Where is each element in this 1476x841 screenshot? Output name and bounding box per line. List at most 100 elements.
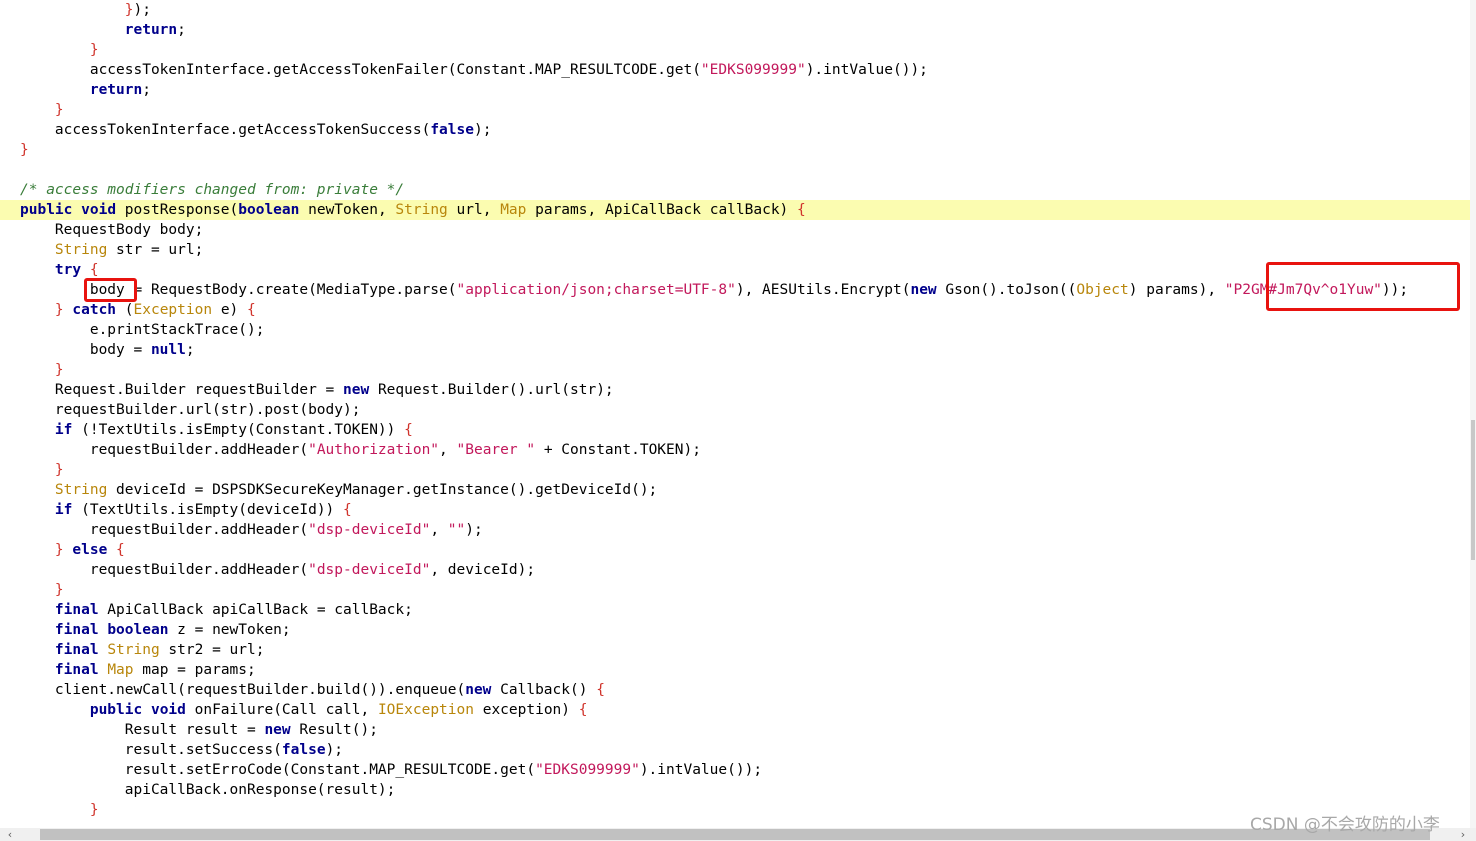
code-token: }: [54, 362, 64, 378]
code-token: "": [447, 522, 466, 538]
code-line: if (TextUtils.isEmpty(deviceId)) {: [0, 500, 1470, 520]
code-token: new: [465, 682, 492, 698]
code-token: ).intValue());: [805, 62, 928, 78]
code-token: boolean: [238, 202, 300, 218]
code-token: Map: [500, 202, 527, 218]
code-line: }: [0, 100, 1470, 120]
code-token: }: [20, 142, 29, 158]
code-token: RequestBody body;: [20, 222, 204, 238]
code-token: "EDKS099999": [700, 62, 806, 78]
code-token: body =: [20, 342, 151, 358]
code-token: e.printStackTrace();: [20, 322, 265, 338]
code-token: return: [124, 22, 178, 38]
code-token: String: [54, 242, 108, 258]
highlight-box-aes-key: [1266, 262, 1460, 311]
code-token: false: [281, 742, 326, 758]
horizontal-scroll-thumb[interactable]: [40, 829, 1430, 840]
code-line: Request.Builder requestBuilder = new Req…: [0, 380, 1470, 400]
code-token: }: [54, 302, 64, 318]
code-token: ;: [142, 82, 151, 98]
code-token: String: [54, 482, 108, 498]
code-token: public: [89, 702, 143, 718]
code-token: final: [54, 622, 99, 638]
code-token: return: [89, 82, 143, 98]
code-line: requestBuilder.addHeader("dsp-deviceId",…: [0, 560, 1470, 580]
code-token: }: [89, 42, 99, 58]
code-token: {: [797, 202, 806, 218]
code-line: final String str2 = url;: [0, 640, 1470, 660]
code-token: );: [325, 742, 344, 758]
code-token: Callback(): [491, 682, 597, 698]
code-token: requestBuilder.addHeader(: [20, 442, 309, 458]
code-line: try {: [0, 260, 1470, 280]
code-line: }: [0, 40, 1470, 60]
code-line: apiCallBack.onResponse(result);: [0, 780, 1470, 800]
code-token: result.setErroCode(Constant.MAP_RESULTCO…: [20, 762, 536, 778]
code-token: }: [89, 802, 99, 818]
code-line: }: [0, 580, 1470, 600]
code-token: "Authorization": [308, 442, 440, 458]
vertical-scroll-thumb[interactable]: [1471, 420, 1475, 560]
code-token: else: [72, 542, 108, 558]
code-token: {: [116, 542, 125, 558]
code-token: boolean: [107, 622, 169, 638]
code-token: params, ApiCallBack callBack): [526, 202, 798, 218]
scroll-left-arrow-icon[interactable]: ‹: [2, 828, 18, 841]
code-token: final: [54, 662, 99, 678]
code-token: postResponse(: [116, 202, 239, 218]
code-token: if: [54, 502, 73, 518]
code-token: Map: [107, 662, 134, 678]
code-line: Result result = new Result();: [0, 720, 1470, 740]
code-token: "Bearer ": [456, 442, 536, 458]
code-token: }: [54, 102, 64, 118]
code-line: accessTokenInterface.getAccessTokenSucce…: [0, 120, 1470, 140]
code-token: void: [150, 702, 186, 718]
code-token: new: [264, 722, 291, 738]
code-line: String str = url;: [0, 240, 1470, 260]
code-token: "dsp-deviceId": [308, 562, 431, 578]
code-token: deviceId = DSPSDKSecureKeyManager.getIns…: [107, 482, 658, 498]
code-line: }: [0, 360, 1470, 380]
code-line: }: [0, 140, 1470, 160]
vertical-scrollbar[interactable]: [1470, 0, 1476, 828]
code-token: {: [404, 422, 413, 438]
code-token: newToken,: [299, 202, 396, 218]
code-token: ;: [185, 342, 195, 358]
code-token: apiCallBack.onResponse(result);: [20, 782, 396, 798]
code-token: "application/json;charset=UTF-8": [456, 282, 736, 298]
code-line: final Map map = params;: [0, 660, 1470, 680]
code-token: client.newCall(requestBuilder.build()).e…: [20, 682, 466, 698]
scroll-right-arrow-icon[interactable]: ›: [1455, 828, 1471, 841]
code-token: }: [54, 582, 64, 598]
code-line: body = RequestBody.create(MediaType.pars…: [0, 280, 1470, 300]
code-token: ,: [439, 442, 457, 458]
code-token: void: [81, 202, 117, 218]
code-token: if: [54, 422, 73, 438]
code-line: final boolean z = newToken;: [0, 620, 1470, 640]
code-token: str = url;: [107, 242, 204, 258]
code-editor[interactable]: }); return; } accessTokenInterface.getAc…: [0, 0, 1470, 828]
code-token: new: [343, 382, 370, 398]
code-line: requestBuilder.addHeader("Authorization"…: [0, 440, 1470, 460]
code-token: }: [54, 462, 64, 478]
code-line: body = null;: [0, 340, 1470, 360]
code-token: accessTokenInterface.getAccessTokenSucce…: [20, 122, 431, 138]
code-token: Exception: [133, 302, 213, 318]
code-token: IOException: [377, 702, 474, 718]
code-token: final: [54, 602, 99, 618]
